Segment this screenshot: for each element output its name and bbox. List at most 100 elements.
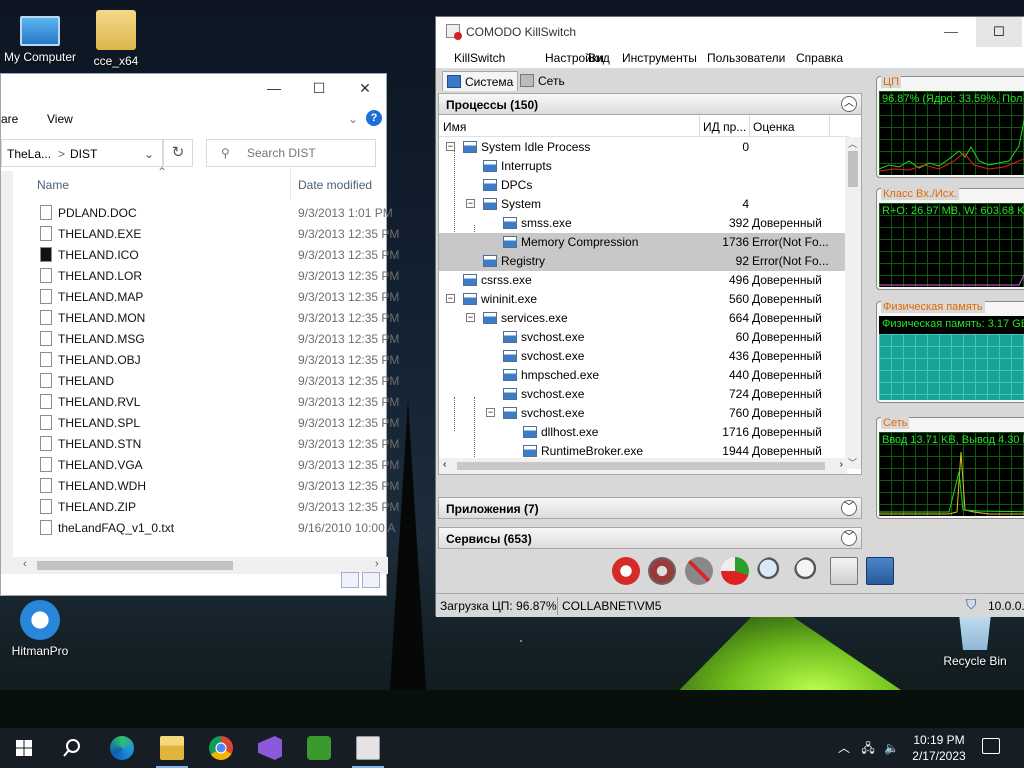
column-header-name[interactable]: Имя <box>443 120 466 134</box>
file-row[interactable]: THELAND.VGA 9/3/2013 12:35 PM <box>37 454 399 475</box>
collapse-node-icon[interactable]: − <box>466 313 475 322</box>
gear-icon[interactable] <box>648 557 677 585</box>
monitor-icon[interactable] <box>866 557 895 585</box>
taskbar-hitmanpro[interactable] <box>295 728 343 768</box>
explorer-titlebar[interactable]: — ☐ ✕ <box>1 74 386 104</box>
scroll-right-icon[interactable]: › <box>375 558 379 570</box>
memory-graph[interactable]: Физическая память Физическая память: 3.1… <box>876 301 1024 403</box>
process-row[interactable]: Memory Compression 1736 Error(Not Fo... <box>439 233 845 252</box>
menu-help[interactable]: Справка <box>796 51 843 65</box>
taskbar-visual-studio[interactable] <box>246 728 294 768</box>
file-row[interactable]: THELAND.STN 9/3/2013 12:35 PM <box>37 433 399 454</box>
process-row[interactable]: Registry 92 Error(Not Fo... <box>439 252 845 271</box>
large-icons-view-icon[interactable] <box>362 572 380 588</box>
file-row[interactable]: THELAND.MSG 9/3/2013 12:35 PM <box>37 328 399 349</box>
process-row[interactable]: hmpsched.exe 440 Доверенный <box>439 366 845 385</box>
applications-pane-header[interactable]: Приложения (7) ﹀ <box>438 497 862 519</box>
desktop-icon-my-computer[interactable]: My Computer <box>0 10 80 64</box>
process-row[interactable]: − System 4 <box>439 195 845 214</box>
search-button[interactable] <box>48 728 96 768</box>
process-row[interactable]: DPCs <box>439 176 845 195</box>
file-row[interactable]: THELAND.WDH 9/3/2013 12:35 PM <box>37 475 399 496</box>
scroll-down-icon[interactable]: ﹀ <box>848 456 857 469</box>
process-row[interactable]: Interrupts <box>439 157 845 176</box>
search-icon[interactable] <box>793 557 822 585</box>
desktop-icon-recycle-bin[interactable]: Recycle Bin <box>935 610 1015 668</box>
address-bar[interactable]: TheLa... > DIST ⌄ <box>1 139 163 167</box>
process-row[interactable]: smss.exe 392 Доверенный <box>439 214 845 233</box>
process-row[interactable]: − System Idle Process 0 <box>439 138 845 157</box>
minimize-icon[interactable]: — <box>944 23 958 39</box>
breadcrumb-part[interactable]: TheLa... <box>7 147 51 161</box>
collapse-icon[interactable]: ︿ <box>841 96 857 112</box>
horizontal-scrollbar[interactable]: ‹ › <box>439 458 847 474</box>
file-row[interactable]: theLandFAQ_v1_0.txt 9/16/2010 10:00 A <box>37 517 395 538</box>
process-row[interactable]: csrss.exe 496 Доверенный <box>439 271 845 290</box>
menu-view[interactable]: Вид <box>588 51 610 65</box>
column-header-pid[interactable]: ИД пр... <box>703 120 746 134</box>
file-row[interactable]: THELAND.ICO 9/3/2013 12:35 PM <box>37 244 399 265</box>
search-input[interactable] <box>247 146 367 160</box>
ribbon-tab-share[interactable]: are <box>1 112 18 126</box>
collapse-node-icon[interactable]: − <box>486 408 495 417</box>
collapse-node-icon[interactable]: − <box>466 199 475 208</box>
left-pane-scrollbar[interactable] <box>1 171 13 561</box>
maximize-icon[interactable]: ☐ <box>304 80 334 97</box>
process-row[interactable]: − services.exe 664 Доверенный <box>439 309 845 328</box>
help-icon[interactable]: ? <box>366 110 382 126</box>
refresh-button[interactable]: ↻ <box>163 139 193 167</box>
taskbar-chrome[interactable] <box>197 728 245 768</box>
column-header-rating[interactable]: Оценка <box>753 120 795 134</box>
file-row[interactable]: THELAND.MAP 9/3/2013 12:35 PM <box>37 286 399 307</box>
menu-killswitch[interactable]: KillSwitch <box>454 51 505 65</box>
maximize-button[interactable]: ☐ <box>976 17 1022 47</box>
process-row[interactable]: dllhost.exe 1716 Доверенный <box>439 423 845 442</box>
cpu-graph[interactable]: ЦП 96.87% (Ядро: 33.59%, Пол <box>876 76 1024 178</box>
document-icon[interactable] <box>830 557 859 585</box>
file-row[interactable]: THELAND.SPL 9/3/2013 12:35 PM <box>37 412 399 433</box>
tab-network[interactable]: Сеть <box>516 71 569 91</box>
column-header-date[interactable]: Date modified <box>298 178 372 192</box>
process-row[interactable]: − svchost.exe 760 Доверенный <box>439 404 845 423</box>
taskbar-edge[interactable] <box>98 728 146 768</box>
scrollbar-thumb[interactable] <box>848 151 858 187</box>
scroll-up-icon[interactable]: ︿ <box>848 137 857 150</box>
expand-icon[interactable]: ﹀ <box>841 530 857 546</box>
search-box[interactable]: ⚲ <box>206 139 376 167</box>
chevron-down-icon[interactable]: ⌄ <box>144 147 154 161</box>
taskbar-file-explorer[interactable] <box>148 728 196 768</box>
scrollbar-thumb[interactable] <box>37 561 233 570</box>
file-row[interactable]: THELAND.EXE 9/3/2013 12:35 PM <box>37 223 399 244</box>
breadcrumb-part[interactable]: DIST <box>70 147 97 161</box>
scroll-left-icon[interactable]: ‹ <box>23 558 27 570</box>
magnifier-icon[interactable] <box>757 557 786 585</box>
menu-tools[interactable]: Инструменты <box>622 51 697 65</box>
process-row[interactable]: − wininit.exe 560 Доверенный <box>439 290 845 309</box>
details-view-icon[interactable] <box>341 572 359 588</box>
file-row[interactable]: THELAND.ZIP 9/3/2013 12:35 PM <box>37 496 399 517</box>
file-row[interactable]: THELAND.LOR 9/3/2013 12:35 PM <box>37 265 399 286</box>
menu-users[interactable]: Пользователи <box>707 51 785 65</box>
vertical-scrollbar[interactable]: ︿ ﹀ <box>845 137 861 469</box>
network-graph[interactable]: Сеть Ввод 13.71 KB, Вывод 4.30 K <box>876 417 1024 519</box>
minimize-icon[interactable]: — <box>259 80 289 96</box>
io-graph[interactable]: Класс Вх./Исх. R+O: 26.97 MB, W: 603.68 … <box>876 188 1024 290</box>
file-row[interactable]: PDLAND.DOC 9/3/2013 1:01 PM <box>37 202 393 223</box>
tab-system[interactable]: Система <box>442 71 519 91</box>
collapse-node-icon[interactable]: − <box>446 142 455 151</box>
desktop-icon-hitmanpro[interactable]: HitmanPro <box>0 600 80 658</box>
desktop-icon-cce[interactable]: cce_x64 <box>76 10 156 68</box>
notification-icon[interactable] <box>982 738 1000 754</box>
process-row[interactable]: svchost.exe 724 Доверенный <box>439 385 845 404</box>
start-button[interactable] <box>0 728 48 768</box>
ribbon-tab-view[interactable]: View <box>47 112 73 126</box>
file-row[interactable]: THELAND.OBJ 9/3/2013 12:35 PM <box>37 349 399 370</box>
comodo-logo-icon[interactable] <box>612 557 640 585</box>
killswitch-titlebar[interactable]: COMODO KillSwitch — ☐ <box>436 17 1024 47</box>
expand-icon[interactable]: ﹀ <box>841 500 857 516</box>
process-row[interactable]: svchost.exe 436 Доверенный <box>439 347 845 366</box>
close-icon[interactable]: ✕ <box>350 80 380 97</box>
processes-pane-header[interactable]: Процессы (150) ︿ <box>438 93 862 115</box>
process-row[interactable]: svchost.exe 60 Доверенный <box>439 328 845 347</box>
scrollbar-thumb[interactable] <box>457 462 825 470</box>
